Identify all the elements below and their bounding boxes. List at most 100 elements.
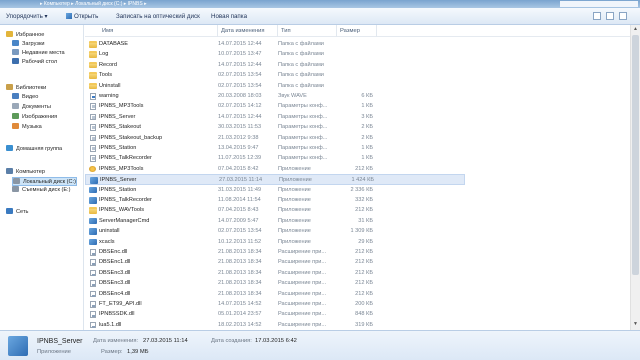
file-row[interactable]: DBSEnc3.dll 21.08.2013 18:34 Расширение пр… (85, 268, 465, 279)
file-date: 21.08.2013 18:34 (218, 269, 262, 276)
file-name: warning (99, 93, 119, 99)
file-size: 332 КБ (355, 197, 373, 203)
scroll-down-icon[interactable]: ▼ (632, 321, 639, 328)
new-folder-button[interactable]: Новая папка (211, 8, 247, 25)
file-date: 14.07.2015 12:44 (218, 113, 262, 120)
file-name: IPNBS_Station (99, 145, 137, 151)
file-row[interactable]: warning 20.03.2008 18:03 Звук WAVE 6 КБ (85, 91, 465, 102)
details-modified-value: 27.03.2015 11:14 (143, 338, 188, 344)
config-file-icon (90, 134, 96, 142)
file-row[interactable]: DBSEnc3.dll 21.08.2013 18:34 Расширение пр… (85, 278, 465, 289)
file-row[interactable]: IPNBS_Stakeout_backup 21.03.2012 9:38 Пара… (85, 133, 465, 144)
file-row[interactable]: IPNBS_Station 13.04.2015 9:47 Параметры ко… (85, 143, 465, 154)
file-row[interactable]: IPNBS_Stakeout 30.03.2015 11:53 Параметры … (85, 122, 465, 133)
burn-button[interactable]: Записать на оптический диск (116, 8, 200, 25)
file-name: IPNBS_TalkRecorder (99, 155, 152, 162)
nav-item[interactable]: Рабочий стол (12, 58, 57, 67)
breadcrumb[interactable]: ▸ Компьютер ▸ Локальный диск (C:) ▸ IPNB… (40, 0, 240, 8)
nav-item[interactable]: Документы (12, 103, 51, 112)
details-file-type: Приложение (37, 349, 72, 355)
documents-icon (12, 103, 19, 109)
nav-item[interactable]: Съемный диск (E:) (12, 186, 70, 195)
column-name[interactable]: Имя (99, 25, 218, 37)
file-row[interactable]: IPNBS_TalkRecorder 11.07.2015 12:39 Параме… (85, 153, 465, 164)
file-type: Папка с файлами (278, 72, 324, 79)
nav-item[interactable]: Загрузки (12, 40, 45, 49)
title-bar: ▸ Компьютер ▸ Локальный диск (C:) ▸ IPNB… (0, 0, 640, 8)
vertical-scrollbar[interactable]: ▲ ▼ (630, 25, 640, 330)
file-row[interactable]: IPNBS_Server 27.03.2015 11:14 Приложение 1 … (85, 174, 465, 185)
file-row[interactable]: FT_ET99_API.dll 14.07.2015 14:52 Расширени… (85, 299, 465, 310)
file-date: 07.04.2015 8:42 (218, 165, 259, 172)
file-row[interactable]: lua5.1.dll 18.02.2013 14:52 Расширение при… (85, 320, 465, 331)
file-row[interactable]: IPNBSSDK.dll 05.01.2014 23:57 Расширение п… (85, 309, 465, 320)
nav-item[interactable]: Локальный диск (C:) (12, 177, 77, 186)
file-date: 14.07.2009 5:47 (218, 217, 259, 224)
search-input[interactable] (560, 1, 638, 7)
file-date: 02.07.2015 13:54 (218, 228, 262, 235)
file-row[interactable]: Record 14.07.2015 12:44 Папка с файлами (85, 60, 465, 71)
preview-pane-icon[interactable] (606, 12, 614, 20)
nav-item[interactable]: Изображения (12, 113, 57, 122)
nav-item[interactable]: Библиотеки (6, 84, 46, 93)
help-icon[interactable] (619, 12, 627, 20)
file-row[interactable]: DBSEnc1.dll 21.08.2013 18:34 Расширение пр… (85, 257, 465, 268)
file-row[interactable]: IPNBS_Station 31.03.2015 11:49 Приложение 2… (85, 185, 465, 196)
file-row[interactable]: IPNBS_WAVTools 07.04.2015 8:43 Приложение 2… (85, 205, 465, 216)
scroll-up-icon[interactable]: ▲ (632, 26, 639, 33)
file-row[interactable]: IPNBS_Server 14.07.2015 12:44 Параметры ко… (85, 112, 465, 123)
file-row[interactable]: IPNBS_MP3Tools 07.04.2015 8:42 Приложение 2… (85, 164, 465, 175)
nav-item[interactable]: Избранное (6, 31, 44, 40)
dll-icon (90, 249, 96, 256)
file-row[interactable]: DBSEnc.dll 21.08.2013 18:34 Расширение при… (85, 247, 465, 258)
file-date: 21.08.2013 18:34 (218, 290, 262, 297)
nav-item[interactable]: Сеть (6, 208, 28, 217)
nav-item[interactable]: Компьютер (6, 168, 45, 177)
app-icon (89, 238, 97, 246)
folder-icon (89, 72, 97, 79)
column-size[interactable]: Размер (337, 25, 377, 37)
file-row[interactable]: xcacls 10.12.2013 11:52 Приложение 29 КБ (85, 237, 465, 248)
file-row[interactable]: Tools 02.07.2015 13:54 Папка с файлами (85, 70, 465, 81)
file-date: 18.02.2013 14:52 (218, 321, 262, 328)
file-row[interactable]: IPNBS_MP3Tools 02.07.2015 14:12 Параметры … (85, 101, 465, 112)
file-type: Приложение (278, 165, 311, 172)
file-row[interactable]: ServerManagerCmd 14.07.2009 5:47 Приложени… (85, 216, 465, 227)
file-row[interactable]: DATABASE 14.07.2015 12:44 Папка с файлами (85, 39, 465, 50)
nav-item[interactable]: Домашняя группа (6, 145, 62, 154)
nav-item-label: Локальный диск (C:) (23, 179, 76, 185)
file-date: 21.08.2013 18:34 (218, 280, 262, 287)
file-size: 848 КБ (355, 311, 373, 318)
view-options-icon[interactable] (593, 12, 601, 20)
dll-icon (90, 269, 96, 277)
file-date: 10.12.2013 11:52 (218, 238, 262, 245)
file-row[interactable]: Log 10.07.2015 13:47 Папка с файлами (85, 49, 465, 60)
app-round-icon (89, 165, 96, 173)
nav-item-label: Видео (22, 94, 39, 100)
column-date[interactable]: Дата изменения (218, 25, 278, 37)
file-row[interactable]: uninstall 02.07.2015 13:54 Приложение 1 309… (85, 226, 465, 237)
nav-item-label: Домашняя группа (16, 146, 63, 152)
file-row[interactable]: DBSEnc4.dll 21.08.2013 18:34 Расширение пр… (85, 289, 465, 300)
nav-item-label: Недавние места (22, 50, 65, 56)
file-date: 02.07.2015 13:54 (218, 72, 262, 79)
nav-item[interactable]: Видео (12, 93, 38, 102)
file-date: 31.03.2015 11:49 (218, 186, 262, 193)
file-date: 14.07.2015 12:44 (218, 61, 262, 68)
nav-item-label: Сеть (16, 209, 29, 215)
column-type[interactable]: Тип (278, 25, 337, 37)
file-size: 212 КБ (355, 280, 373, 287)
drive-icon (13, 178, 20, 184)
burn-label: Записать на оптический диск (116, 13, 200, 20)
navigation-pane: Избранное Загрузки Недавние места Рабочий с… (0, 25, 84, 330)
scroll-thumb[interactable] (632, 35, 639, 275)
file-name: FT_ET99_API.dll (99, 301, 142, 307)
file-row[interactable]: Uninstall 02.07.2015 13:54 Папка с файлами (85, 81, 465, 92)
file-row[interactable]: IPNBS_TalkRecorder 11.08.2014 11:54 Прилож… (85, 195, 465, 206)
organize-button[interactable]: Упорядочить ▾ (6, 8, 48, 25)
file-size: 212 КБ (355, 269, 373, 276)
nav-item[interactable]: Недавние места (12, 49, 65, 58)
open-button[interactable]: Открыть (66, 8, 98, 25)
nav-item[interactable]: Музыка (12, 123, 42, 132)
nav-item-label: Изображения (22, 114, 58, 120)
